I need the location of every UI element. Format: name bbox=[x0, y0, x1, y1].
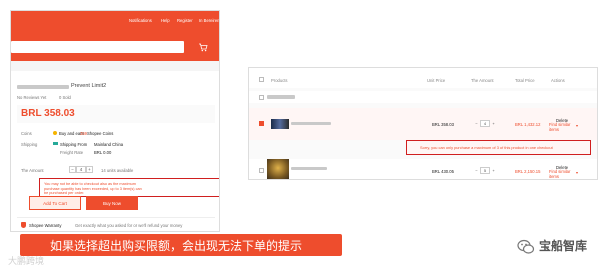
coins-amount: 359 bbox=[80, 131, 87, 136]
product-price: BRL 358.03 bbox=[21, 108, 75, 119]
unit-price: BRL 430.05 bbox=[432, 169, 454, 174]
shipping-from-label: Shipping From bbox=[60, 142, 88, 147]
wechat-logo-icon bbox=[517, 239, 535, 254]
quantity-error-text: You may not be able to checkout also as … bbox=[44, 182, 142, 195]
buy-now-label: Buy Now bbox=[102, 200, 121, 206]
quantity-stepper[interactable]: − 5 + bbox=[473, 167, 497, 174]
increase-button[interactable]: + bbox=[490, 167, 497, 174]
truck-icon bbox=[53, 142, 58, 145]
cart-icon[interactable] bbox=[198, 41, 208, 53]
buy-now-button[interactable]: Buy Now bbox=[86, 196, 138, 210]
watermark-text: 大鹏跨境 bbox=[8, 257, 45, 267]
quantity-input[interactable]: 4 bbox=[480, 120, 490, 127]
add-to-cart-label: Add To Cart bbox=[43, 200, 67, 206]
increase-button[interactable]: + bbox=[490, 120, 497, 127]
notifications-link[interactable]: Notifications bbox=[129, 18, 152, 23]
select-all-checkbox[interactable] bbox=[259, 77, 264, 82]
brand-name: 宝船智库 bbox=[539, 239, 588, 253]
product-thumbnail[interactable] bbox=[267, 159, 289, 179]
increase-button[interactable]: + bbox=[86, 166, 93, 173]
header-amount: The Amount bbox=[471, 78, 494, 83]
chevron-down-icon[interactable]: ▾ bbox=[576, 123, 578, 128]
coins-label: Coins bbox=[21, 131, 32, 136]
cart-header: Products Unit Price The Amount Total Pri… bbox=[249, 68, 597, 88]
register-link[interactable]: Register bbox=[177, 18, 193, 23]
cart-item-row: BRL 430.05 − 5 + BRL 2,150.15 Delete Fin… bbox=[249, 159, 597, 179]
coin-icon bbox=[53, 131, 57, 135]
shipping-label: Shipping bbox=[21, 142, 38, 147]
sold-count: 0 Sold bbox=[59, 95, 71, 100]
find-similar-link[interactable]: Find similar items bbox=[549, 169, 575, 179]
decrease-button[interactable]: − bbox=[473, 167, 480, 174]
cart-item-row: BRL 358.03 − 4 + BRL 1,432.12 Delete Fin… bbox=[249, 108, 597, 140]
decrease-button[interactable]: − bbox=[69, 166, 76, 173]
amount-label: The Amount bbox=[21, 168, 44, 173]
header-unit-price: Unit Price bbox=[427, 78, 446, 83]
header-actions: Actions bbox=[551, 78, 565, 83]
caption-banner: 如果选择超出购买限额，会出现无法下单的提示 bbox=[20, 234, 342, 256]
quantity-stepper[interactable]: − 4 + bbox=[69, 166, 93, 173]
divider bbox=[17, 217, 215, 218]
header-products: Products bbox=[271, 78, 288, 83]
quantity-input[interactable]: 4 bbox=[76, 166, 86, 173]
shop-row bbox=[249, 91, 597, 103]
blurred-title bbox=[17, 85, 69, 89]
quantity-stepper[interactable]: − 4 + bbox=[473, 120, 497, 127]
warranty-label: Shopee Warranty bbox=[29, 223, 62, 228]
cart-page-screenshot: Products Unit Price The Amount Total Pri… bbox=[248, 67, 598, 180]
total-price: BRL 1,432.12 bbox=[515, 122, 541, 127]
blurred-product-name bbox=[291, 122, 331, 125]
freight-rate-value[interactable]: BRL 0.00 bbox=[94, 150, 111, 155]
header-total-price: Total Price bbox=[515, 78, 535, 83]
decrease-button[interactable]: − bbox=[473, 120, 480, 127]
product-thumbnail[interactable] bbox=[271, 119, 289, 129]
find-similar-link[interactable]: Find similar items bbox=[549, 122, 575, 133]
total-price: BRL 2,150.15 bbox=[515, 169, 541, 174]
top-header: Notifications Help Register In Bereiren bbox=[11, 11, 219, 83]
search-input[interactable] bbox=[11, 41, 184, 83]
login-link[interactable]: In Bereiren bbox=[199, 18, 219, 23]
unit-price: BRL 358.03 bbox=[432, 122, 454, 127]
shipping-from-value: Mainland China bbox=[94, 142, 124, 147]
item-checkbox[interactable] bbox=[259, 168, 264, 173]
warranty-text: Get exactly what you asked for or we'll … bbox=[75, 223, 183, 228]
max-purchase-error-text: Sorry, you can only purchase a maximum o… bbox=[420, 145, 553, 150]
add-to-cart-button[interactable]: Add To Cart bbox=[29, 196, 81, 210]
blurred-shop-name bbox=[267, 95, 295, 99]
chevron-down-icon[interactable]: ▾ bbox=[576, 170, 578, 175]
price-box: BRL 358.03 bbox=[17, 105, 215, 123]
quantity-input[interactable]: 5 bbox=[480, 167, 490, 174]
quantity-error-highlight: You may not be able to checkout also as … bbox=[39, 178, 219, 197]
coins-suffix: Shopee Coins bbox=[87, 131, 114, 136]
product-title: Prevent Limit2 bbox=[71, 83, 107, 89]
reviews-count: No Reviews Yet bbox=[17, 95, 47, 100]
shop-checkbox[interactable] bbox=[259, 95, 264, 100]
help-link[interactable]: Help bbox=[161, 18, 170, 23]
units-available: 14 units available bbox=[101, 168, 134, 173]
item-checkbox[interactable] bbox=[259, 121, 264, 126]
freight-rate-label: Freight Rate bbox=[60, 150, 84, 155]
caption-text: 如果选择超出购买限额，会出现无法下单的提示 bbox=[50, 238, 303, 253]
blurred-product-name bbox=[291, 167, 327, 170]
product-card: Prevent Limit2 No Reviews Yet 0 Sold BRL… bbox=[11, 71, 219, 231]
product-page-screenshot: Notifications Help Register In Bereiren … bbox=[10, 10, 220, 232]
max-purchase-error-highlight: Sorry, you can only purchase a maximum o… bbox=[406, 140, 591, 155]
shield-icon bbox=[21, 222, 26, 228]
